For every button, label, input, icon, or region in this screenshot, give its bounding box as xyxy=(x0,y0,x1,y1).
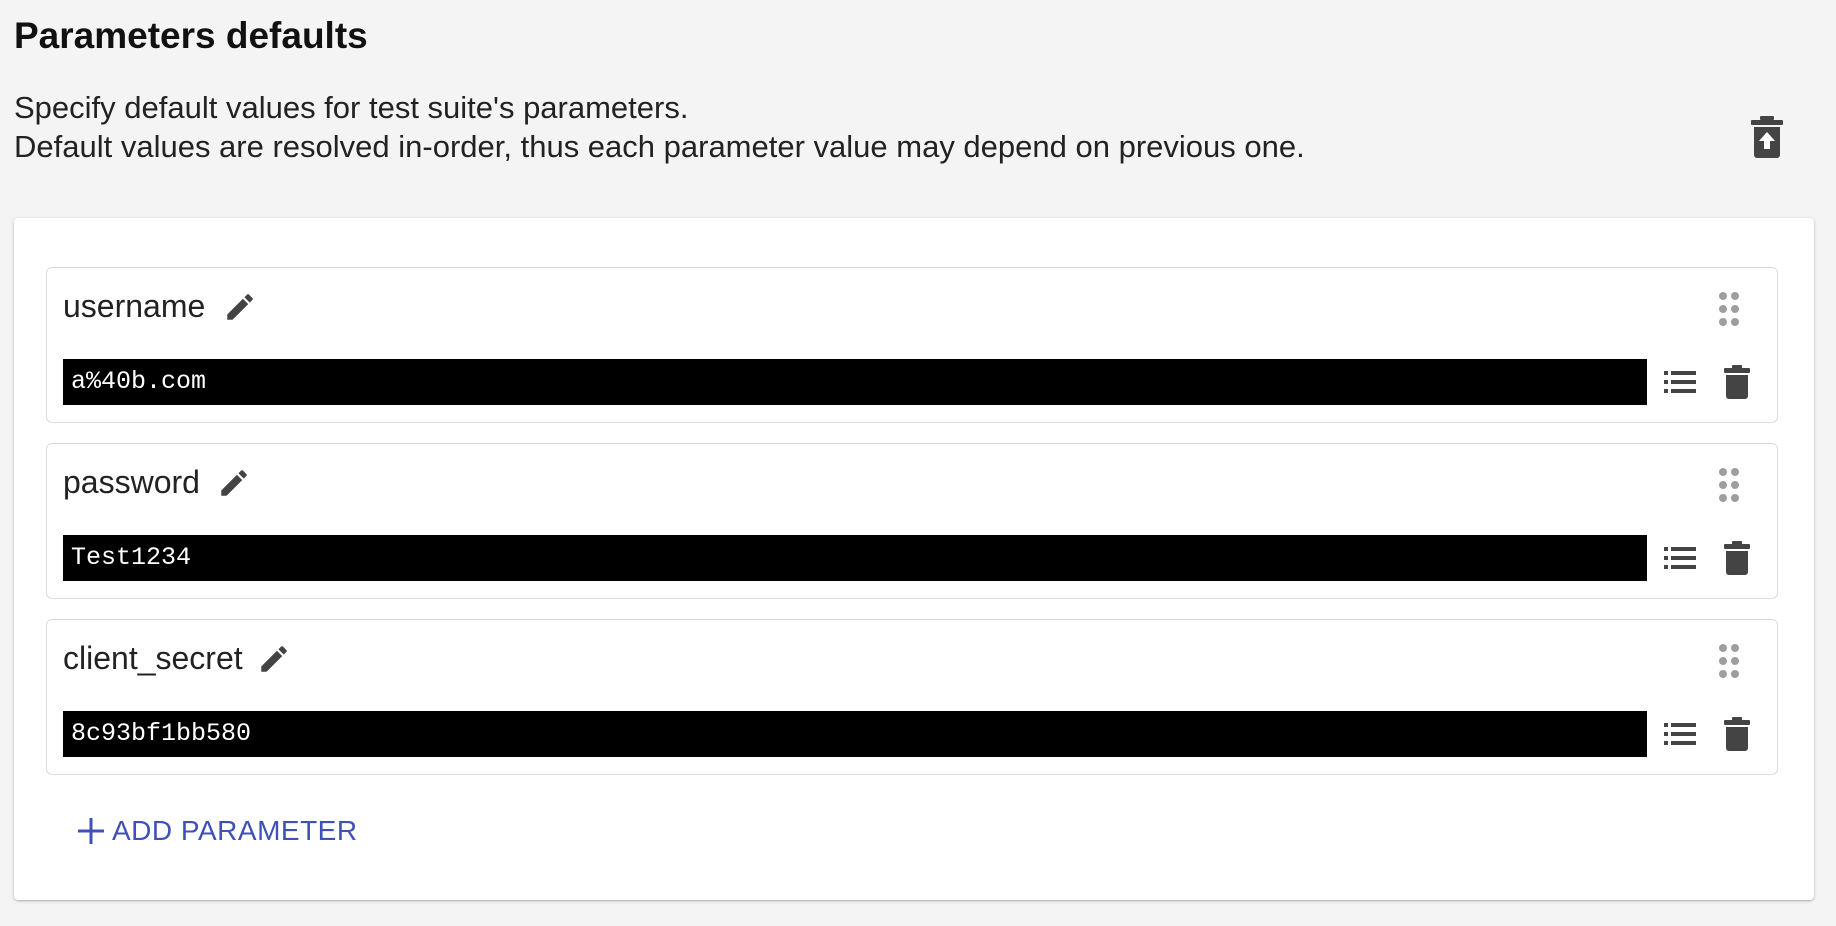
drag-handle-icon[interactable] xyxy=(1715,466,1743,504)
delete-parameter-icon[interactable] xyxy=(1723,364,1751,400)
parameters-card: username password xyxy=(14,218,1814,900)
edit-name-icon[interactable] xyxy=(257,642,291,676)
edit-name-icon[interactable] xyxy=(217,466,251,500)
parameter-name: password xyxy=(63,464,200,500)
parameter-value-input[interactable] xyxy=(63,711,1647,757)
drag-handle-icon[interactable] xyxy=(1715,642,1743,680)
plus-icon xyxy=(78,818,104,844)
delete-parameter-icon[interactable] xyxy=(1723,540,1751,576)
parameter-row-password: password xyxy=(46,443,1778,599)
parameter-value-input[interactable] xyxy=(63,359,1647,405)
page-title: Parameters defaults xyxy=(14,15,368,56)
description-line-1: Specify default values for test suite's … xyxy=(14,90,689,125)
delete-parameter-icon[interactable] xyxy=(1723,716,1751,752)
parameter-value-input[interactable] xyxy=(63,535,1647,581)
parameter-row-username: username xyxy=(46,267,1778,423)
parameter-row-client-secret: client_secret xyxy=(46,619,1778,775)
delete-all-parameters-icon[interactable] xyxy=(1749,115,1785,159)
list-icon[interactable] xyxy=(1663,542,1697,574)
list-icon[interactable] xyxy=(1663,366,1697,398)
drag-handle-icon[interactable] xyxy=(1715,290,1743,328)
edit-name-icon[interactable] xyxy=(223,290,257,324)
list-icon[interactable] xyxy=(1663,718,1697,750)
parameter-name: client_secret xyxy=(63,640,243,676)
add-parameter-label: ADD PARAMETER xyxy=(112,815,358,846)
parameter-name: username xyxy=(63,288,206,324)
description-line-2: Default values are resolved in-order, th… xyxy=(14,129,1305,164)
add-parameter-button[interactable]: ADD PARAMETER xyxy=(70,806,364,856)
page-description: Specify default values for test suite's … xyxy=(14,88,1305,166)
